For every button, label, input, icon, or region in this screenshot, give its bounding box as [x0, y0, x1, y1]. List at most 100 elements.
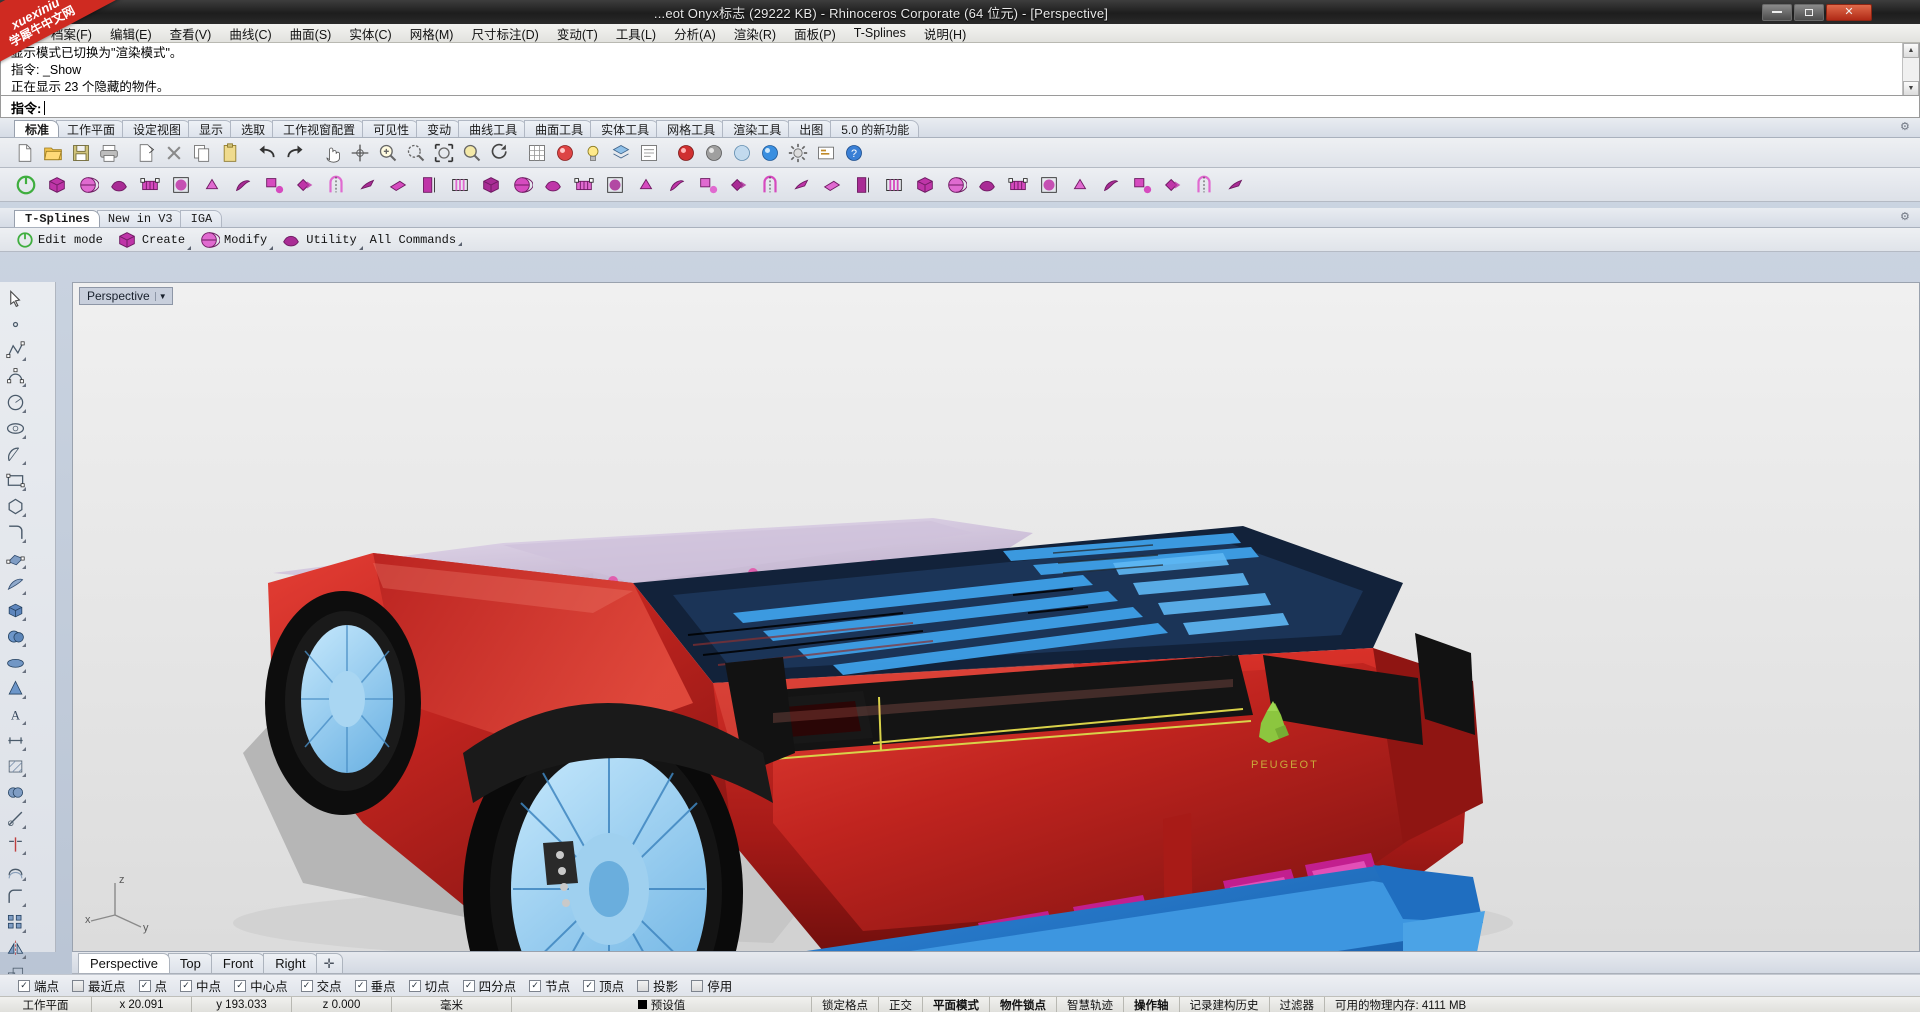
status-toggle-1[interactable]: 正交 [879, 996, 923, 1012]
ellipsoid-icon[interactable] [2, 649, 28, 675]
flyout-arrow-icon[interactable] [358, 245, 363, 250]
scroll-up-icon[interactable]: ▲ [1903, 43, 1919, 58]
tsplines-uvedit-icon[interactable] [663, 171, 691, 199]
tsplines-delete-edge-icon[interactable] [570, 171, 598, 199]
tsplines-command-utility[interactable]: Utility [278, 229, 363, 251]
checkbox-icon[interactable]: ✓ [529, 979, 542, 992]
zoom-extents-icon[interactable] [431, 140, 456, 165]
viewport-label[interactable]: Perspective ▼ [79, 287, 173, 305]
tsplines-command-create[interactable]: Create [114, 229, 192, 251]
tsplines-loft-icon[interactable] [756, 171, 784, 199]
tsplines-smooth-icon[interactable] [1159, 171, 1187, 199]
viewport-tab-perspective[interactable]: Perspective [78, 953, 170, 973]
toolbar-tab-9[interactable]: 曲面工具 [524, 120, 594, 137]
toolbar-tab-10[interactable]: 实体工具 [590, 120, 660, 137]
toolbar-tab-1[interactable]: 工作平面 [56, 120, 126, 137]
redo-icon[interactable] [282, 140, 307, 165]
hatch-icon[interactable] [2, 753, 28, 779]
status-toggle-0[interactable]: 锁定格点 [812, 996, 879, 1012]
checkbox-icon[interactable]: ✓ [408, 979, 421, 992]
tsplines-box-icon[interactable] [43, 171, 71, 199]
tsplines-repair-icon[interactable] [1004, 171, 1032, 199]
tsplines-display-icon[interactable] [1097, 171, 1125, 199]
viewport-tab-right[interactable]: Right [263, 953, 318, 973]
dimension-icon[interactable] [2, 727, 28, 753]
status-toggle-6[interactable]: 记录建构历史 [1180, 996, 1270, 1012]
checkbox-icon[interactable] [637, 979, 650, 992]
tsplines-star-icon[interactable] [973, 171, 1001, 199]
grid-icon[interactable] [524, 140, 549, 165]
control-point-curve-icon[interactable] [2, 363, 28, 389]
menu-item-5[interactable]: 实体(C) [340, 23, 400, 44]
tsplines-match-icon[interactable] [632, 171, 660, 199]
flyout-arrow-icon[interactable] [22, 591, 26, 595]
curve-fillet-icon[interactable] [2, 519, 28, 545]
light-bulb-icon[interactable] [580, 140, 605, 165]
tsplines-revolve-icon[interactable] [818, 171, 846, 199]
help-icon[interactable]: ? [841, 140, 866, 165]
menu-item-1[interactable]: 编辑(E) [101, 23, 161, 44]
flyout-arrow-icon[interactable] [22, 747, 26, 751]
tsplines-options-gear-icon[interactable]: ⚙ [1900, 211, 1912, 223]
checkbox-icon[interactable]: ✓ [18, 979, 30, 992]
flyout-arrow-icon[interactable] [22, 539, 26, 543]
menu-item-10[interactable]: 分析(A) [665, 23, 725, 44]
flyout-arrow-icon[interactable] [458, 241, 463, 246]
menu-item-6[interactable]: 网格(M) [401, 23, 463, 44]
color-sphere-icon[interactable] [673, 140, 698, 165]
surface-loft-icon[interactable] [2, 571, 28, 597]
checkbox-icon[interactable]: ✓ [138, 979, 151, 992]
polygon-icon[interactable] [2, 493, 28, 519]
osnap-9[interactable]: ✓ 节点 [529, 976, 570, 995]
tsplines-weld-icon[interactable] [291, 171, 319, 199]
flyout-arrow-icon[interactable] [187, 245, 192, 250]
ghosted-sphere-icon[interactable] [729, 140, 754, 165]
save-icon[interactable] [68, 140, 93, 165]
menu-item-4[interactable]: 曲面(S) [281, 23, 341, 44]
surface-from-points-icon[interactable] [2, 545, 28, 571]
tsplines-unfold-icon[interactable] [694, 171, 722, 199]
checkbox-icon[interactable]: ✓ [234, 979, 247, 992]
flyout-arrow-icon[interactable] [22, 357, 26, 361]
offset-icon[interactable] [2, 857, 28, 883]
tsplines-stats-icon[interactable] [1035, 171, 1063, 199]
tsplines-flow-icon[interactable] [229, 171, 257, 199]
options-gear-icon[interactable] [785, 140, 810, 165]
checkbox-icon[interactable]: ✓ [180, 979, 193, 992]
toolbar-tab-0[interactable]: 标准 [14, 120, 60, 137]
flyout-arrow-icon[interactable] [22, 877, 26, 881]
osnap-2[interactable]: ✓ 点 [138, 976, 167, 995]
tsplines-convert-icon[interactable] [911, 171, 939, 199]
new-file-icon[interactable] [12, 140, 37, 165]
toolbar-options-gear-icon[interactable]: ⚙ [1900, 121, 1912, 133]
select-arrow-icon[interactable] [2, 285, 28, 311]
rectangle-icon[interactable] [2, 467, 28, 493]
checkbox-icon[interactable] [72, 979, 85, 992]
circle-icon[interactable] [2, 389, 28, 415]
menu-item-2[interactable]: 查看(V) [161, 23, 221, 44]
toolbar-tab-14[interactable]: 5.0 的新功能 [830, 120, 920, 137]
osnap-0[interactable]: ✓ 端点 [18, 976, 59, 995]
chevron-down-icon[interactable]: ▼ [154, 291, 170, 301]
cut-icon[interactable] [133, 140, 158, 165]
toolbar-tab-7[interactable]: 变动 [416, 120, 462, 137]
status-toggle-7[interactable]: 过滤器 [1270, 996, 1325, 1012]
print-icon[interactable] [96, 140, 121, 165]
status-toggle-4[interactable]: 智慧轨迹 [1057, 996, 1124, 1012]
menu-item-9[interactable]: 工具(L) [607, 23, 665, 44]
toolbar-tab-3[interactable]: 显示 [188, 120, 234, 137]
flyout-arrow-icon[interactable] [22, 617, 26, 621]
tsplines-bridge-icon[interactable] [322, 171, 350, 199]
gumball-move-icon[interactable] [347, 140, 372, 165]
flyout-arrow-icon[interactable] [22, 435, 26, 439]
render-preview-icon[interactable] [757, 140, 782, 165]
tsplines-sphere-icon[interactable] [74, 171, 102, 199]
tsplines-extrude-icon[interactable] [384, 171, 412, 199]
point-icon[interactable] [2, 311, 28, 337]
current-layer[interactable]: 预设值 [512, 996, 812, 1012]
tsplines-append-icon[interactable] [260, 171, 288, 199]
status-toggle-2[interactable]: 平面模式 [923, 996, 990, 1012]
toolbar-tab-12[interactable]: 渲染工具 [722, 120, 792, 137]
close-button[interactable]: ✕ [1826, 3, 1872, 21]
tsplines-crease-icon[interactable] [353, 171, 381, 199]
